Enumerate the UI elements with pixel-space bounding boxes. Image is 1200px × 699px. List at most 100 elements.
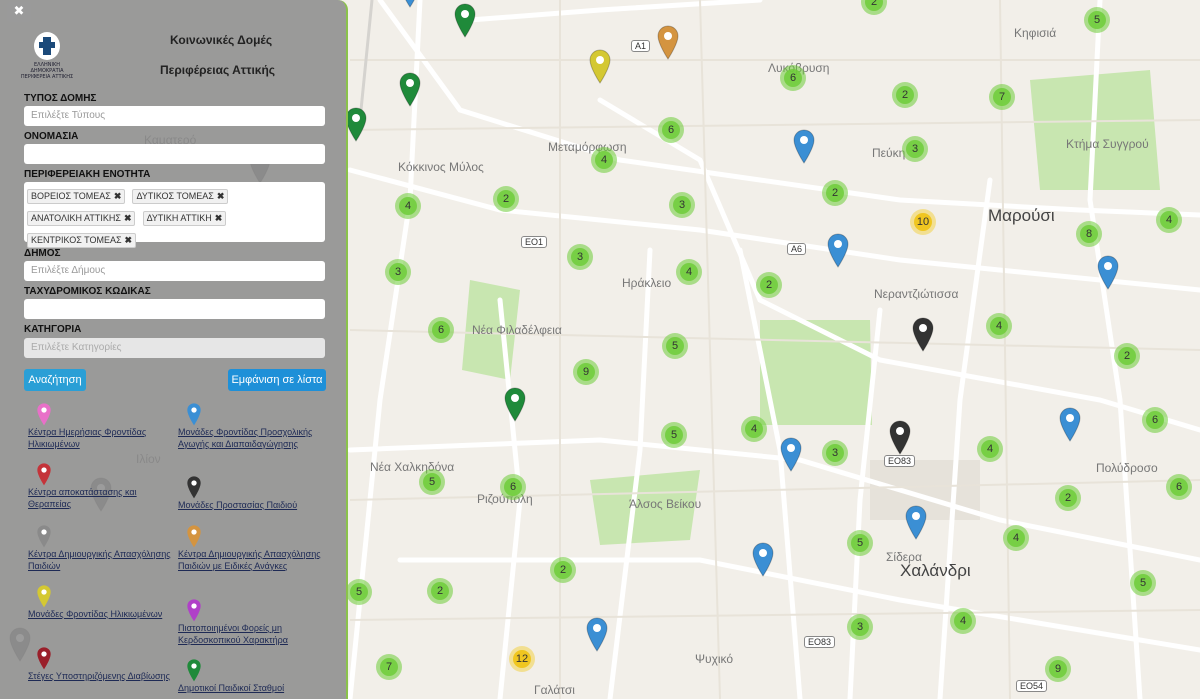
legend-label[interactable]: Κέντρα Δημιουργικής Απασχόλησης Παιδιών … [178, 548, 323, 572]
legend-label[interactable]: Κέντρα Ημερήσιας Φροντίδας Ηλικιωμένων [28, 426, 173, 450]
marker-cluster[interactable]: 3 [669, 192, 695, 218]
marker-cluster[interactable]: 2 [1055, 485, 1081, 511]
place-label: Νέα Χαλκηδόνα [370, 460, 455, 474]
marker-cluster[interactable]: 2 [892, 82, 918, 108]
place-label: Νέα Φιλαδέλφεια [472, 323, 562, 337]
location-pin-icon[interactable] [398, 71, 422, 107]
marker-cluster[interactable]: 6 [428, 317, 454, 343]
region-tag[interactable]: ΑΝΑΤΟΛΙΚΗ ΑΤΤΙΚΗΣ ✖ [27, 211, 136, 226]
marker-cluster[interactable]: 5 [847, 530, 873, 556]
category-select[interactable]: Επιλέξτε Κατηγορίες [24, 338, 325, 358]
cluster-count: 12 [513, 650, 531, 668]
region-tag[interactable]: ΚΕΝΤΡΙΚΟΣ ΤΟΜΕΑΣ ✖ [27, 233, 137, 248]
legend-label[interactable]: Κέντρα αποκατάστασης και Θεραπείας [28, 486, 173, 510]
search-button[interactable]: Αναζήτηση [24, 369, 86, 391]
road-shield: A1 [631, 40, 651, 52]
marker-cluster[interactable]: 4 [950, 608, 976, 634]
legend-label[interactable]: Πιστοποιημένοι Φορείς μη Κερδοσκοπικού Χ… [178, 622, 323, 646]
region-tag[interactable]: ΒΟΡΕΙΟΣ ΤΟΜΕΑΣ ✖ [27, 189, 126, 204]
marker-cluster[interactable]: 2 [493, 186, 519, 212]
location-pin-icon[interactable] [888, 419, 912, 455]
marker-cluster[interactable]: 3 [847, 614, 873, 640]
marker-cluster[interactable]: 5 [1084, 7, 1110, 33]
marker-cluster[interactable]: 4 [986, 313, 1012, 339]
marker-cluster[interactable]: 6 [1142, 407, 1168, 433]
marker-cluster[interactable]: 2 [756, 272, 782, 298]
close-icon[interactable]: ✖ [7, 2, 31, 22]
marker-cluster[interactable]: 10 [910, 209, 936, 235]
marker-cluster[interactable]: 9 [573, 359, 599, 385]
marker-cluster[interactable]: 8 [1076, 221, 1102, 247]
legend-label[interactable]: Στέγες Υποστηριζόμενης Διαβίωσης [28, 670, 173, 682]
cluster-count: 3 [673, 196, 691, 214]
marker-cluster[interactable]: 7 [376, 654, 402, 680]
location-pin-icon[interactable] [792, 128, 816, 164]
marker-cluster[interactable]: 4 [591, 147, 617, 173]
marker-cluster[interactable]: 2 [1114, 343, 1140, 369]
marker-cluster[interactable]: 4 [977, 436, 1003, 462]
location-pin-icon[interactable] [656, 24, 680, 60]
marker-cluster[interactable]: 6 [658, 117, 684, 143]
marker-cluster[interactable]: 2 [822, 180, 848, 206]
remove-icon[interactable]: ✖ [114, 191, 122, 201]
location-pin-icon[interactable] [904, 504, 928, 540]
remove-icon[interactable]: ✖ [217, 191, 225, 201]
marker-cluster[interactable]: 4 [741, 416, 767, 442]
marker-cluster[interactable]: 4 [1003, 525, 1029, 551]
marker-cluster[interactable]: 4 [395, 193, 421, 219]
marker-cluster[interactable]: 6 [780, 65, 806, 91]
cluster-count: 2 [497, 190, 515, 208]
marker-cluster[interactable]: 3 [385, 259, 411, 285]
legend-label[interactable]: Μονάδες Φροντίδας Προσχολικής Αγωγής και… [178, 426, 323, 450]
legend-label[interactable]: Μονάδες Προστασίας Παιδιού [178, 499, 323, 511]
remove-icon[interactable]: ✖ [125, 235, 133, 245]
postal-input[interactable] [24, 299, 325, 319]
marker-cluster[interactable]: 5 [419, 469, 445, 495]
cluster-count: 6 [1170, 478, 1188, 496]
marker-cluster[interactable]: 9 [1045, 656, 1071, 682]
location-pin-icon[interactable] [911, 316, 935, 352]
location-pin-icon[interactable] [588, 48, 612, 84]
cluster-count: 5 [666, 337, 684, 355]
remove-icon[interactable]: ✖ [215, 213, 223, 223]
location-pin-icon[interactable] [751, 541, 775, 577]
marker-cluster[interactable]: 5 [661, 422, 687, 448]
legend-pin-icon [186, 598, 202, 622]
location-pin-icon[interactable] [826, 232, 850, 268]
legend-label[interactable]: Δημοτικοί Παιδικοί Σταθμοί [178, 682, 323, 694]
marker-cluster[interactable]: 4 [1156, 207, 1182, 233]
location-pin-icon[interactable] [1096, 254, 1120, 290]
show-list-button[interactable]: Εμφάνιση σε λίστα [228, 369, 326, 391]
marker-cluster[interactable]: 2 [427, 578, 453, 604]
location-pin-icon[interactable] [779, 436, 803, 472]
name-input[interactable] [24, 144, 325, 164]
marker-cluster[interactable]: 5 [346, 579, 372, 605]
marker-cluster[interactable]: 4 [676, 259, 702, 285]
marker-cluster[interactable]: 6 [500, 474, 526, 500]
marker-cluster[interactable]: 12 [509, 646, 535, 672]
marker-cluster[interactable]: 3 [822, 440, 848, 466]
location-pin-icon[interactable] [1058, 406, 1082, 442]
region-tag[interactable]: ΔΥΤΙΚΟΣ ΤΟΜΕΑΣ ✖ [132, 189, 229, 204]
remove-icon[interactable]: ✖ [124, 213, 132, 223]
municipality-select[interactable]: Επιλέξτε Δήμους [24, 261, 325, 281]
region-select[interactable]: ΒΟΡΕΙΟΣ ΤΟΜΕΑΣ ✖ ΔΥΤΙΚΟΣ ΤΟΜΕΑΣ ✖ ΑΝΑΤΟΛΙΚ… [24, 182, 325, 248]
type-select[interactable]: Επιλέξτε Τύπους [24, 106, 325, 126]
marker-cluster[interactable]: 2 [550, 557, 576, 583]
marker-cluster[interactable]: 5 [1130, 570, 1156, 596]
marker-cluster[interactable]: 5 [662, 333, 688, 359]
region-tag[interactable]: ΔΥΤΙΚΗ ΑΤΤΙΚΗ ✖ [142, 211, 227, 226]
location-pin-icon[interactable] [398, 0, 422, 8]
marker-cluster[interactable]: 3 [567, 244, 593, 270]
legend-label[interactable]: Μονάδες Φροντίδας Ηλικιωμένων [28, 608, 173, 620]
marker-cluster[interactable]: 7 [989, 84, 1015, 110]
location-pin-icon[interactable] [453, 2, 477, 38]
location-pin-icon[interactable] [503, 386, 527, 422]
location-pin-icon[interactable] [585, 616, 609, 652]
cluster-count: 2 [554, 561, 572, 579]
legend-label[interactable]: Κέντρα Δημιουργικής Απασχόλησης Παιδιών [28, 548, 173, 572]
marker-cluster[interactable]: 3 [902, 136, 928, 162]
cluster-count: 4 [990, 317, 1008, 335]
marker-cluster[interactable]: 6 [1166, 474, 1192, 500]
cluster-count: 6 [432, 321, 450, 339]
